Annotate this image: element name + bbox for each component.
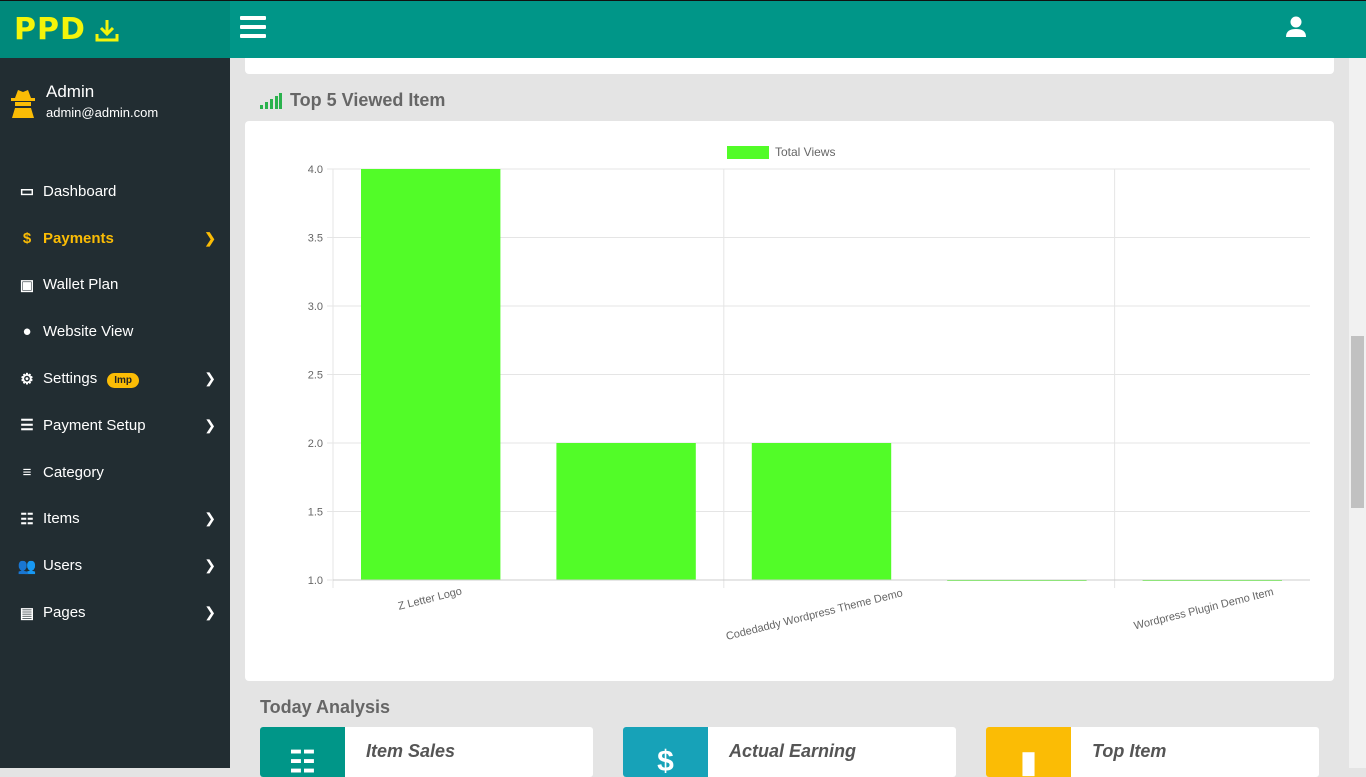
bar: [361, 169, 501, 580]
chevron-right-icon: ❯: [204, 604, 216, 621]
file-icon: ▤: [19, 604, 35, 622]
sliders-icon: ☰: [20, 417, 34, 435]
chevron-right-icon: ❯: [204, 416, 216, 433]
brand-logo[interactable]: PPD: [0, 0, 230, 58]
list-ol-icon: ☷: [20, 510, 34, 528]
stat-label: Top Item: [1092, 741, 1167, 761]
user-email: admin@admin.com: [46, 105, 159, 120]
sidebar-item-label: Wallet Plan: [43, 276, 216, 293]
sidebar-item-items[interactable]: ☷ Items ❯: [0, 496, 230, 543]
label-text: Payment Setup: [43, 416, 146, 434]
user-icon[interactable]: [1286, 16, 1306, 38]
sidebar-nav: ▭ Dashboard $ Payments ❯ ▣ Wallet Plan ● Website…: [0, 168, 230, 636]
x-tick-label: Wordpress Plugin Demo Item: [1133, 586, 1275, 632]
sidebar-item-label: Users: [43, 557, 204, 574]
laptop-icon: ▭: [19, 183, 35, 201]
stat-label: Item Sales: [366, 741, 456, 761]
logo-text: PPD: [14, 12, 86, 47]
sidebar-item-label: Website View: [43, 323, 216, 340]
y-tick-label: 3.5: [308, 233, 323, 245]
y-tick-label: 2.5: [308, 370, 323, 382]
badge: Imp: [107, 373, 139, 389]
list-ol-icon: ☷: [260, 727, 345, 777]
y-tick-label: 3.0: [308, 301, 323, 313]
legend-label: Total Views: [775, 145, 835, 159]
sidebar: PPD Admin admin@admin.com ▭ Dashboard $ Pay…: [0, 0, 230, 768]
y-tick-label: 1.0: [308, 575, 323, 587]
sidebar-item-label: Items: [43, 510, 204, 527]
stat-card[interactable]: $ Actual Earning: [623, 727, 956, 777]
sidebar-item-category[interactable]: ≡ Category: [0, 449, 230, 496]
download-icon: [95, 19, 119, 41]
bar-chart: 1.0 1.5 2.0 2.5 3.0 3.5 4.0 Z Letter Logo Codeda…: [308, 145, 1310, 643]
label-text: Wallet Plan: [43, 276, 119, 294]
bar: [556, 443, 696, 580]
x-tick-label: Codedaddy Wordpress Theme Demo: [725, 587, 904, 643]
sidebar-item-label: Dashboard: [43, 183, 216, 200]
sidebar-item-label: Pages: [43, 604, 204, 621]
y-tick-label: 4.0: [308, 164, 323, 176]
top-bar: [230, 0, 1366, 58]
sidebar-item-wallet-plan[interactable]: ▣ Wallet Plan: [0, 262, 230, 309]
sidebar-item-website-view[interactable]: ● Website View: [0, 308, 230, 355]
bar-chart-icon: ▮: [986, 727, 1071, 777]
sidebar-item-settings[interactable]: ⚙ Settings Imp ❯: [0, 355, 230, 402]
label-text: Payments: [43, 229, 114, 247]
users-icon: 👥: [17, 557, 37, 575]
scrollbar-thumb[interactable]: [1351, 336, 1364, 508]
section-title: Top 5 Viewed Item: [290, 90, 446, 110]
signal-bars-icon: [260, 92, 282, 109]
user-name: Admin: [46, 82, 95, 101]
align-left-icon: ≡: [22, 463, 32, 481]
stat-card[interactable]: ☷ Item Sales: [260, 727, 593, 777]
y-tick-label: 2.0: [308, 438, 323, 450]
label-text: Category: [43, 463, 104, 481]
section-heading-top-viewed: Top 5 Viewed Item: [260, 90, 445, 111]
label-text: Website View: [43, 323, 134, 341]
chevron-right-icon: ❯: [204, 370, 216, 387]
chevron-right-icon: ❯: [204, 510, 216, 527]
previous-card: [245, 58, 1334, 74]
legend-swatch: [727, 146, 769, 159]
label-text: Dashboard: [43, 182, 117, 200]
sidebar-item-dashboard[interactable]: ▭ Dashboard: [0, 168, 230, 215]
chevron-right-icon: ❯: [204, 557, 216, 574]
hamburger-menu-icon[interactable]: [240, 15, 266, 39]
stat-card[interactable]: ▮ Top Item: [986, 727, 1319, 777]
sidebar-item-pages[interactable]: ▤ Pages ❯: [0, 589, 230, 636]
bar: [751, 443, 892, 580]
section-heading-today-analysis: Today Analysis: [260, 697, 391, 717]
sidebar-item-label: Payment Setup: [43, 417, 204, 434]
sidebar-item-payments[interactable]: $ Payments ❯: [0, 215, 230, 262]
user-panel: Admin admin@admin.com: [0, 58, 230, 168]
sidebar-item-payment-setup[interactable]: ☰ Payment Setup ❯: [0, 402, 230, 449]
money-icon: ▣: [19, 276, 35, 294]
stat-label: Actual Earning: [729, 741, 857, 761]
label-text: Pages: [43, 604, 86, 622]
user-spy-icon: [11, 90, 35, 118]
globe-icon: ●: [22, 323, 32, 341]
label-text: Users: [43, 557, 83, 575]
chevron-right-icon: ❯: [204, 229, 216, 246]
sidebar-item-label: Payments: [43, 230, 204, 247]
y-tick-label: 1.5: [308, 507, 323, 519]
scrollbar[interactable]: [1349, 58, 1366, 768]
label-text: Settings: [43, 370, 98, 388]
sidebar-item-users[interactable]: 👥 Users ❯: [0, 542, 230, 589]
sidebar-item-label: Settings Imp: [43, 370, 204, 389]
x-tick-label: Z Letter Logo: [397, 585, 463, 612]
dollar-icon: $: [22, 229, 32, 247]
sidebar-item-label: Category: [43, 464, 216, 481]
label-text: Items: [43, 510, 80, 528]
dollar-icon: $: [623, 727, 708, 777]
gear-icon: ⚙: [20, 370, 34, 388]
chart-card: 1.0 1.5 2.0 2.5 3.0 3.5 4.0 Z Letter Logo Codeda…: [245, 121, 1334, 681]
